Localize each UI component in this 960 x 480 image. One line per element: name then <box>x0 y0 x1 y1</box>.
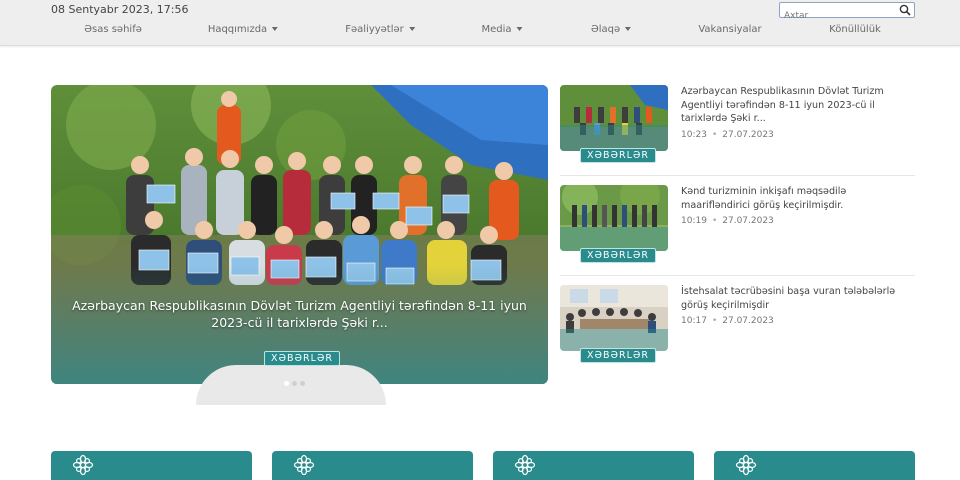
search-box[interactable] <box>779 2 915 23</box>
chevron-down-icon <box>408 27 415 31</box>
news-divider <box>560 275 915 276</box>
slider-dot[interactable] <box>284 381 289 386</box>
news-category-badge[interactable]: XƏBƏRLƏR <box>580 343 656 363</box>
nav-item-home[interactable]: Əsas səhifə <box>84 24 142 35</box>
news-photo <box>560 85 668 151</box>
hero-photo <box>51 85 548 384</box>
slider-dot[interactable] <box>300 381 305 386</box>
service-card[interactable] <box>714 451 915 480</box>
chevron-down-icon <box>516 27 523 31</box>
search-icon[interactable] <box>899 4 911 16</box>
news-title[interactable]: Azərbaycan Respublikasının Dövlət Turizm… <box>681 85 906 126</box>
hero-slider[interactable]: Azərbaycan Respublikasının Dövlət Turizm… <box>51 85 548 384</box>
nav-item-label: Könüllülük <box>829 24 881 35</box>
slider-pagination <box>284 371 308 390</box>
nav-item-vacancies[interactable]: Vakansiyalar <box>698 24 761 35</box>
flower-icon <box>735 454 757 476</box>
news-date: 27.07.2023 <box>722 130 774 140</box>
nav-item-volunteering[interactable]: Könüllülük <box>829 24 881 35</box>
service-cards <box>51 451 915 480</box>
flower-icon <box>72 454 94 476</box>
news-thumbnail[interactable] <box>560 285 668 351</box>
meta-separator: • <box>711 316 718 326</box>
service-card[interactable] <box>272 451 473 480</box>
nav-item-label: Vakansiyalar <box>698 24 762 35</box>
badge-label: XƏBƏRLƏR <box>580 348 656 363</box>
hero-title[interactable]: Azərbaycan Respublikasının Dövlət Turizm… <box>51 297 548 331</box>
news-item: XƏBƏRLƏR Kənd turizminin inkişafı məqsəd… <box>560 185 915 275</box>
news-meta: 10:23 • 27.07.2023 <box>681 130 774 140</box>
news-divider <box>560 175 915 176</box>
news-category-badge[interactable]: XƏBƏRLƏR <box>580 143 656 163</box>
news-item: XƏBƏRLƏR Azərbaycan Respublikasının Dövl… <box>560 85 915 175</box>
nav-item-label: Media <box>481 24 512 35</box>
meta-separator: • <box>711 216 718 226</box>
meta-separator: • <box>711 130 718 140</box>
news-meta: 10:19 • 27.07.2023 <box>681 216 774 226</box>
service-card[interactable] <box>51 451 252 480</box>
news-category-badge[interactable]: XƏBƏRLƏR <box>580 243 656 263</box>
current-datetime: 08 Sentyabr 2023, 17:56 <box>51 3 189 16</box>
nav-item-about[interactable]: Haqqımızda <box>207 24 279 35</box>
news-date: 27.07.2023 <box>722 316 774 326</box>
news-item: XƏBƏRLƏR İstehsalat təcrübəsini başa vur… <box>560 285 915 375</box>
badge-label: XƏBƏRLƏR <box>580 248 656 263</box>
news-title[interactable]: İstehsalat təcrübəsini başa vuran tələbə… <box>681 285 906 312</box>
news-title[interactable]: Kənd turizminin inkişafı məqsədilə maari… <box>681 185 906 212</box>
search-input[interactable] <box>780 9 890 23</box>
news-time: 10:19 <box>681 216 707 226</box>
nav-item-label: Haqqımızda <box>207 24 268 35</box>
flower-icon <box>514 454 536 476</box>
chevron-down-icon <box>625 27 632 31</box>
hero-category-badge[interactable]: XƏBƏRLƏR <box>264 346 340 366</box>
nav-item-activities[interactable]: Fəaliyyətlər <box>345 24 415 35</box>
main-nav: Əsas səhifə Haqqımızda Fəaliyyətlər Medi… <box>0 24 960 40</box>
news-photo <box>560 285 668 351</box>
nav-item-media[interactable]: Media <box>481 24 523 35</box>
chevron-down-icon <box>272 27 279 31</box>
slider-dot[interactable] <box>292 381 297 386</box>
nav-item-contact[interactable]: Əlaqə <box>590 24 632 35</box>
nav-item-label: Əsas səhifə <box>84 24 142 35</box>
news-thumbnail[interactable] <box>560 85 668 151</box>
nav-item-label: Əlaqə <box>590 24 621 35</box>
news-time: 10:23 <box>681 130 707 140</box>
news-meta: 10:17 • 27.07.2023 <box>681 316 774 326</box>
news-time: 10:17 <box>681 316 707 326</box>
news-date: 27.07.2023 <box>722 216 774 226</box>
nav-item-label: Fəaliyyətlər <box>345 24 404 35</box>
service-card[interactable] <box>493 451 694 480</box>
news-photo <box>560 185 668 251</box>
news-thumbnail[interactable] <box>560 185 668 251</box>
top-bar: 08 Sentyabr 2023, 17:56 Əsas səhifə Haqq… <box>0 0 960 46</box>
badge-label: XƏBƏRLƏR <box>580 148 656 163</box>
badge-label: XƏBƏRLƏR <box>264 351 340 366</box>
flower-icon <box>293 454 315 476</box>
